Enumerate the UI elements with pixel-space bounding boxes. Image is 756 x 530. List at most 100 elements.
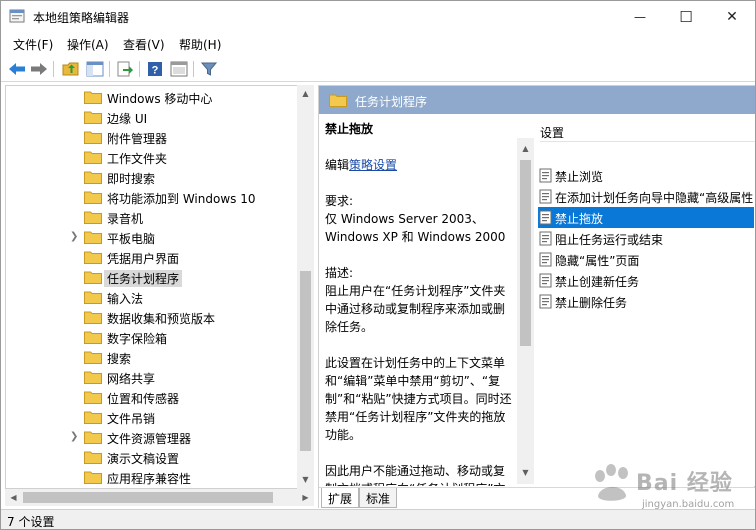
menu-action[interactable]: 操作(A) <box>67 36 109 53</box>
tree-vscroll-thumb[interactable] <box>300 271 311 451</box>
tree-item[interactable]: 搜索 <box>6 347 301 367</box>
forward-button[interactable] <box>29 59 49 79</box>
scroll-up-arrow-icon[interactable]: ▲ <box>297 89 314 98</box>
tree-horizontal-scrollbar[interactable]: ◀ ▶ <box>5 489 314 506</box>
description-panel: 禁止拖放 编辑策略设置 要求: 仅 Windows Server 2003、 W… <box>319 114 535 486</box>
tree-item[interactable]: 凭据用户界面 <box>6 247 301 267</box>
menu-help[interactable]: 帮助(H) <box>179 36 221 53</box>
desc-vscroll-thumb[interactable] <box>520 160 531 346</box>
filter-icon <box>201 62 217 76</box>
export-list-button[interactable] <box>115 59 135 79</box>
desc-scroll-up-arrow-icon[interactable]: ▲ <box>517 144 534 153</box>
properties-button[interactable] <box>169 59 189 79</box>
tree-item[interactable]: 网络共享 <box>6 367 301 387</box>
folder-icon <box>84 271 102 284</box>
tree-item[interactable]: 即时搜索 <box>6 167 301 187</box>
tree-item[interactable]: 任务计划程序 <box>6 267 301 287</box>
policy-setting-icon <box>539 189 552 204</box>
tree-item-label: 演示文稿设置 <box>107 452 180 466</box>
policy-setting-icon <box>539 273 552 288</box>
up-folder-button[interactable] <box>61 59 81 79</box>
setting-item-label: 禁止浏览 <box>555 170 604 184</box>
expand-chevron-icon[interactable]: ❯ <box>70 431 80 443</box>
setting-item[interactable]: 禁止浏览 <box>538 165 754 186</box>
details-pane: 任务计划程序 禁止拖放 编辑策略设置 要求: 仅 Windows Server … <box>318 85 755 508</box>
back-button[interactable] <box>7 59 27 79</box>
edit-policy-setting-link[interactable]: 策略设置 <box>349 158 397 172</box>
folder-icon <box>84 371 102 384</box>
expand-chevron-icon[interactable]: ❯ <box>70 231 80 243</box>
description-label: 描述: <box>325 266 354 280</box>
help-button[interactable]: ? <box>145 59 165 79</box>
menu-view[interactable]: 查看(V) <box>123 36 165 53</box>
minimize-button[interactable]: — <box>617 1 663 32</box>
scroll-left-arrow-icon[interactable]: ◀ <box>5 493 22 502</box>
tree-item[interactable]: 边缘 UI <box>6 107 301 127</box>
tree-item[interactable]: Windows 移动中心 <box>6 87 301 107</box>
policy-setting-icon <box>539 252 552 267</box>
tree-item[interactable]: 位置和传感器 <box>6 387 301 407</box>
policy-tree[interactable]: Windows 移动中心 边缘 UI 附件管理器工作文件夹 即时搜索将功能添加到 Wi… <box>5 85 301 489</box>
tree-item-label: 文件吊销 <box>107 412 156 426</box>
policy-setting-icon <box>539 231 552 246</box>
tree-item[interactable]: 输入法 <box>6 287 301 307</box>
folder-icon <box>84 111 102 124</box>
close-button[interactable]: ✕ <box>709 1 755 32</box>
tree-item[interactable]: 附件管理器 <box>6 127 301 147</box>
tree-item-label: 工作文件夹 <box>107 152 168 166</box>
tree-item[interactable]: 演示文稿设置 <box>6 447 301 467</box>
menu-file[interactable]: 文件(F) <box>13 36 53 53</box>
tree-item[interactable]: 将功能添加到 Windows 10 <box>6 187 301 207</box>
maximize-button[interactable]: ☐ <box>663 1 709 32</box>
setting-item[interactable]: 阻止任务运行或结束 <box>538 228 754 249</box>
title-bar[interactable]: 本地组策略编辑器 — ☐ ✕ <box>1 1 755 32</box>
window-title: 本地组策略编辑器 <box>33 11 130 25</box>
tree-item[interactable]: 应用程序兼容性 <box>6 467 301 487</box>
tree-hscroll-thumb[interactable] <box>23 492 273 503</box>
tree-item-label: 录音机 <box>107 212 144 226</box>
details-header: 任务计划程序 <box>319 86 755 114</box>
tree-item[interactable]: ❯ 文件资源管理器 <box>6 427 301 447</box>
tree-item[interactable]: 文件吊销 <box>6 407 301 427</box>
requirements-line-2: Windows XP 和 Windows 2000 <box>325 230 506 244</box>
tree-item[interactable]: 工作文件夹 <box>6 147 301 167</box>
desc-scroll-down-arrow-icon[interactable]: ▼ <box>517 468 534 477</box>
tree-item[interactable]: 数字保险箱 <box>6 327 301 347</box>
setting-item[interactable]: 禁止创建新任务 <box>538 270 754 291</box>
tree-item[interactable]: ❯ 平板电脑 <box>6 227 301 247</box>
tab-extended[interactable]: 扩展 <box>321 488 360 508</box>
show-hide-tree-button[interactable] <box>85 59 105 79</box>
requirements-line-1: 仅 Windows Server 2003、 <box>325 212 484 226</box>
policy-setting-icon <box>539 294 552 309</box>
tree-item[interactable]: 录音机 <box>6 207 301 227</box>
setting-item[interactable]: 禁止删除任务 <box>538 291 754 312</box>
folder-icon <box>84 191 102 204</box>
scroll-down-arrow-icon[interactable]: ▼ <box>297 475 314 484</box>
description-vertical-scrollbar[interactable]: ▲ ▼ <box>517 138 534 484</box>
folder-icon <box>84 151 102 164</box>
show-hide-tree-icon <box>86 61 104 77</box>
setting-item-label: 在添加计划任务向导中隐藏“高级属性” <box>555 191 754 205</box>
forward-icon <box>31 63 47 75</box>
filter-button[interactable] <box>199 59 219 79</box>
folder-icon <box>84 171 102 184</box>
folder-icon <box>84 211 102 224</box>
settings-column-header[interactable]: 设置 <box>540 120 755 142</box>
tab-standard[interactable]: 标准 <box>359 488 398 508</box>
policy-setting-icon <box>539 168 552 183</box>
tree-vertical-scrollbar[interactable]: ▲ ▼ <box>297 85 314 489</box>
tree-item-label: 输入法 <box>107 292 144 306</box>
setting-item[interactable]: 在添加计划任务向导中隐藏“高级属性” <box>538 186 754 207</box>
tree-item-label: 将功能添加到 Windows 10 <box>107 192 256 206</box>
tree-item-label: 应用程序兼容性 <box>107 472 192 486</box>
setting-item-label: 禁止创建新任务 <box>555 275 640 289</box>
policy-setting-icon <box>539 210 552 225</box>
setting-item[interactable]: 禁止拖放 <box>538 207 754 228</box>
folder-icon <box>329 94 347 107</box>
folder-icon <box>84 431 102 444</box>
scroll-right-arrow-icon[interactable]: ▶ <box>297 493 314 502</box>
setting-item[interactable]: 隐藏“属性”页面 <box>538 249 754 270</box>
tree-item-label: 任务计划程序 <box>104 270 183 287</box>
tree-item[interactable]: 数据收集和预览版本 <box>6 307 301 327</box>
edit-prefix: 编辑 <box>325 158 350 172</box>
